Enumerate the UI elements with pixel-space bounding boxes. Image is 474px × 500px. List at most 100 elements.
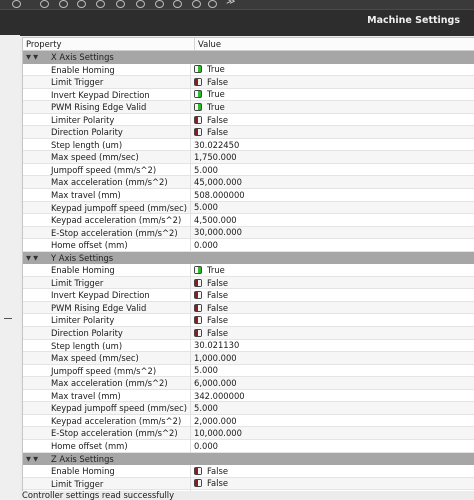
table-row[interactable]: Max acceleration (mm/s^2) 6,000.000 bbox=[23, 377, 474, 390]
toggle-off-icon[interactable] bbox=[194, 303, 202, 312]
property-value-cell[interactable]: False bbox=[191, 277, 228, 289]
property-value-cell[interactable]: 30.021130 bbox=[191, 340, 239, 352]
property-value-cell[interactable]: 30.022450 bbox=[191, 139, 239, 151]
property-value-cell[interactable]: False bbox=[191, 289, 228, 301]
property-value-cell[interactable]: 1,000.000 bbox=[191, 352, 237, 364]
table-row[interactable]: Limit Trigger False bbox=[23, 76, 474, 89]
property-value-cell[interactable]: False bbox=[191, 327, 228, 339]
toolbar-icon[interactable] bbox=[77, 0, 86, 8]
property-value-cell[interactable]: False bbox=[191, 465, 228, 477]
property-value-cell[interactable]: 45,000.000 bbox=[191, 176, 242, 188]
table-row[interactable]: Keypad jumpoff speed (mm/sec) 5.000 bbox=[23, 201, 474, 215]
group-header[interactable]: ▼ ▼ Y Axis Settings bbox=[23, 251, 474, 265]
table-row[interactable]: Enable Homing True bbox=[23, 264, 474, 277]
table-row[interactable]: Home offset (mm) 0.000 bbox=[23, 439, 474, 453]
property-value-cell[interactable]: False bbox=[191, 126, 228, 138]
property-value-cell[interactable]: 342.000000 bbox=[191, 390, 245, 402]
table-row[interactable]: E-Stop acceleration (mm/s^2) 30,000.000 bbox=[23, 226, 474, 240]
toggle-off-icon[interactable] bbox=[194, 466, 202, 475]
property-value-cell[interactable]: 6,000.000 bbox=[191, 377, 237, 389]
table-row[interactable]: Invert Keypad Direction False bbox=[23, 289, 474, 302]
table-row[interactable]: Limit Trigger False bbox=[23, 276, 474, 290]
property-value-cell[interactable]: 5.000 bbox=[191, 164, 218, 176]
property-value-cell[interactable]: 508.000000 bbox=[191, 189, 245, 201]
toggle-off-icon[interactable] bbox=[194, 328, 202, 337]
table-row[interactable]: Max speed (mm/sec) 1,750.000 bbox=[23, 151, 474, 164]
property-value-cell[interactable]: True bbox=[191, 101, 225, 113]
column-header-value[interactable]: Value bbox=[195, 38, 221, 50]
toggle-off-icon[interactable] bbox=[194, 291, 202, 300]
toolbar-icon[interactable] bbox=[59, 0, 68, 8]
settings-table[interactable]: Property Value ▼ ▼ X Axis Settings Enable … bbox=[22, 37, 474, 491]
property-value-cell[interactable]: 0.000 bbox=[191, 440, 218, 452]
toggle-on-icon[interactable] bbox=[194, 266, 202, 275]
property-value-cell[interactable]: True bbox=[191, 264, 225, 276]
property-value-cell[interactable]: 2,000.000 bbox=[191, 415, 237, 427]
toolbar-icon[interactable] bbox=[136, 0, 145, 8]
toggle-off-icon[interactable] bbox=[194, 115, 202, 124]
table-row[interactable]: Limiter Polarity False bbox=[23, 113, 474, 127]
table-row[interactable]: Keypad acceleration (mm/s^2) 4,500.000 bbox=[23, 214, 474, 227]
table-row[interactable]: Direction Polarity False bbox=[23, 126, 474, 139]
property-value-cell[interactable]: False bbox=[191, 490, 228, 492]
toggle-on-icon[interactable] bbox=[194, 102, 202, 111]
toggle-off-icon[interactable] bbox=[194, 77, 202, 86]
toolbar-icon[interactable] bbox=[155, 0, 164, 8]
table-row[interactable]: PWM Rising Edge Valid False bbox=[23, 301, 474, 315]
property-value-cell[interactable]: 1,750.000 bbox=[191, 151, 237, 163]
toggle-on-icon[interactable] bbox=[194, 90, 202, 99]
toolbar-icon[interactable] bbox=[208, 0, 217, 8]
property-value-cell[interactable]: 5.000 bbox=[191, 402, 218, 414]
table-row[interactable]: Limit Trigger False bbox=[23, 477, 474, 491]
property-value-cell[interactable]: False bbox=[191, 478, 228, 490]
table-row[interactable]: Step length (um) 30.021130 bbox=[23, 339, 474, 353]
table-row[interactable]: PWM Rising Edge Valid True bbox=[23, 101, 474, 114]
property-value-cell[interactable]: 4,500.000 bbox=[191, 214, 237, 226]
table-row[interactable]: Enable Homing False bbox=[23, 465, 474, 478]
toolbar-icon[interactable] bbox=[12, 0, 21, 8]
table-row[interactable]: Enable Homing True bbox=[23, 63, 474, 77]
table-row[interactable]: Max travel (mm) 508.000000 bbox=[23, 189, 474, 202]
property-value-cell[interactable]: 5.000 bbox=[191, 365, 218, 377]
table-row[interactable]: Jumpoff speed (mm/s^2) 5.000 bbox=[23, 163, 474, 177]
table-row[interactable]: Max acceleration (mm/s^2) 45,000.000 bbox=[23, 176, 474, 190]
table-row[interactable]: Limiter Polarity False bbox=[23, 314, 474, 328]
toggle-on-icon[interactable] bbox=[194, 65, 202, 74]
table-row[interactable]: Home offset (mm) 0.000 bbox=[23, 239, 474, 252]
overflow-icon[interactable]: ≫ bbox=[226, 0, 235, 7]
toggle-off-icon[interactable] bbox=[194, 479, 202, 488]
toggle-off-icon[interactable] bbox=[194, 278, 202, 287]
property-value-cell[interactable]: False bbox=[191, 76, 228, 88]
expand-collapse-icon[interactable]: ▼ ▼ bbox=[23, 51, 51, 63]
property-value-cell[interactable]: 30,000.000 bbox=[191, 227, 242, 239]
table-row[interactable]: Jumpoff speed (mm/s^2) 5.000 bbox=[23, 364, 474, 378]
expand-collapse-icon[interactable]: ▼ ▼ bbox=[23, 252, 51, 264]
expand-collapse-icon[interactable]: ▼ ▼ bbox=[23, 453, 51, 465]
property-value-cell[interactable]: 5.000 bbox=[191, 202, 218, 214]
toggle-off-icon[interactable] bbox=[194, 316, 202, 325]
property-value-cell[interactable]: False bbox=[191, 302, 228, 314]
table-row[interactable]: Step length (um) 30.022450 bbox=[23, 138, 474, 152]
toolbar-icon[interactable] bbox=[96, 0, 105, 8]
table-row[interactable]: Keypad jumpoff speed (mm/sec) 5.000 bbox=[23, 402, 474, 415]
table-row[interactable]: Keypad acceleration (mm/s^2) 2,000.000 bbox=[23, 414, 474, 428]
table-row[interactable]: Invert Keypad Direction True bbox=[23, 88, 474, 102]
table-row[interactable]: Max travel (mm) 342.000000 bbox=[23, 389, 474, 403]
toolbar-icon[interactable] bbox=[40, 0, 49, 8]
property-value-cell[interactable]: False bbox=[191, 114, 228, 126]
property-value-cell[interactable]: 0.000 bbox=[191, 239, 218, 251]
toolbar-icon[interactable] bbox=[173, 0, 182, 8]
column-header-property[interactable]: Property bbox=[23, 38, 195, 50]
table-row[interactable]: Direction Polarity False bbox=[23, 327, 474, 340]
property-value-cell[interactable]: True bbox=[191, 64, 225, 76]
property-value-cell[interactable]: 10,000.000 bbox=[191, 427, 242, 439]
property-value-cell[interactable]: False bbox=[191, 314, 228, 326]
table-row[interactable]: Max speed (mm/sec) 1,000.000 bbox=[23, 352, 474, 365]
toggle-off-icon[interactable] bbox=[194, 128, 202, 137]
group-header[interactable]: ▼ ▼ Z Axis Settings bbox=[23, 452, 474, 466]
table-row[interactable]: E-Stop acceleration (mm/s^2) 10,000.000 bbox=[23, 427, 474, 440]
toolbar-icon[interactable] bbox=[116, 0, 125, 8]
group-header[interactable]: ▼ ▼ X Axis Settings bbox=[23, 51, 474, 64]
property-value-cell[interactable]: True bbox=[191, 89, 225, 101]
toolbar-icon[interactable] bbox=[192, 0, 201, 8]
